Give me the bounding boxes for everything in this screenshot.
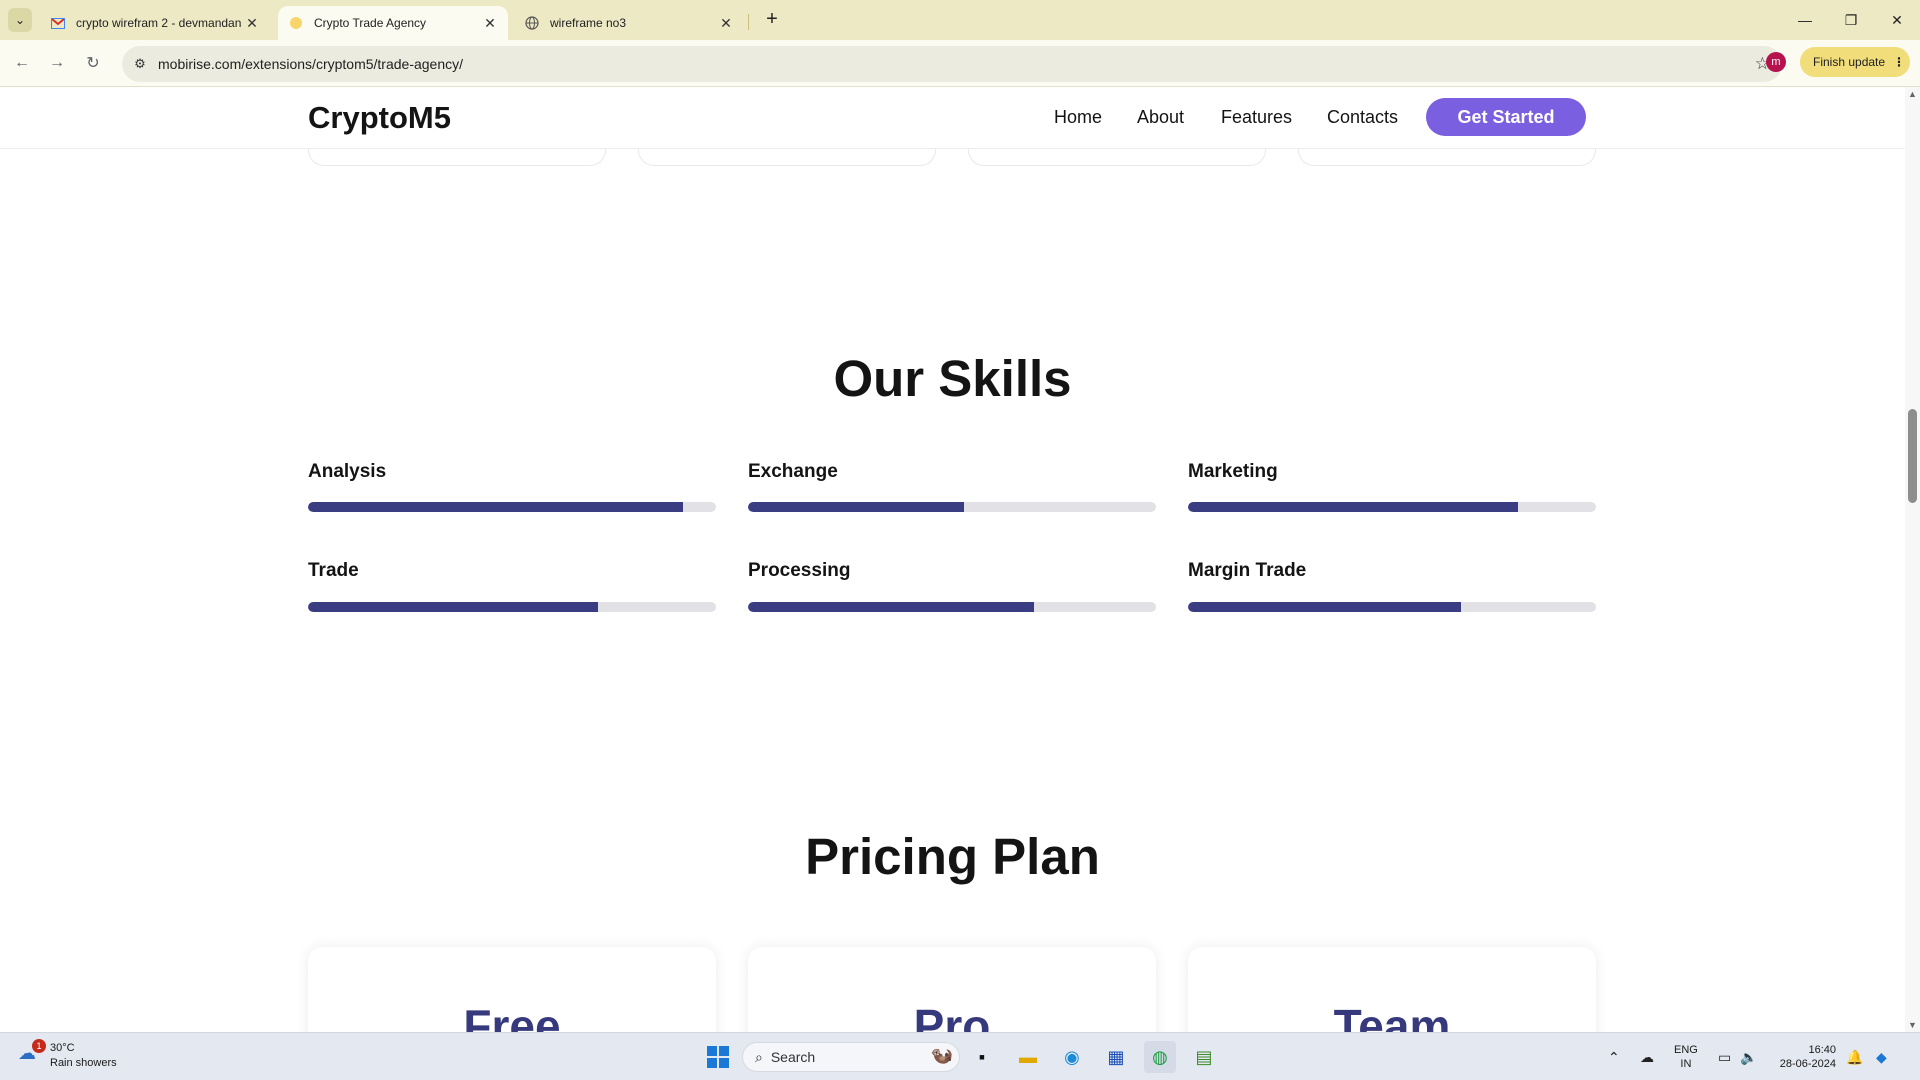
skill-label: Processing <box>748 560 851 581</box>
new-tab-button[interactable]: + <box>760 8 784 32</box>
taskbar-search-box[interactable]: ⌕ Search 🦦 <box>742 1042 960 1072</box>
clock-date: 28-06-2024 <box>1779 1058 1836 1070</box>
edge-browser-icon[interactable]: ◉ <box>1056 1041 1088 1073</box>
url-text[interactable]: mobirise.com/extensions/cryptom5/trade-a… <box>158 56 463 72</box>
rain-cloud-icon: ☁ 1 <box>18 1039 46 1069</box>
skill-progress-bar <box>308 602 716 612</box>
notification-badge: 1 <box>32 1039 46 1053</box>
nav-home[interactable]: Home <box>1054 107 1102 128</box>
close-icon[interactable]: ✕ <box>482 15 498 32</box>
show-hidden-icons-icon[interactable]: ⌃ <box>1608 1033 1620 1080</box>
windows-logo-icon <box>707 1046 729 1068</box>
back-icon[interactable]: ← <box>10 51 34 75</box>
plan-name: Team <box>1333 1000 1451 1032</box>
page-scrollbar[interactable]: ▲ ▼ <box>1905 87 1920 1032</box>
skill-progress-fill <box>748 602 1034 612</box>
skill-progress-fill <box>1188 502 1519 512</box>
scroll-down-icon[interactable]: ▼ <box>1908 1020 1917 1030</box>
network-icon[interactable]: ▭ <box>1718 1033 1731 1080</box>
tab-separator <box>748 14 749 30</box>
address-bar[interactable]: ⚙ mobirise.com/extensions/cryptom5/trade… <box>122 46 1782 82</box>
windows-taskbar: ☁ 1 30°C Rain showers ⌕ Search 🦦 ▪ ▬ ◉ ▦ … <box>0 1032 1920 1080</box>
site-favicon <box>288 15 304 31</box>
finish-update-button[interactable]: Finish update ⋮ <box>1800 47 1910 77</box>
pricing-card-free: Free <box>308 947 716 1032</box>
task-view-icon[interactable]: ▪ <box>966 1041 998 1073</box>
reload-icon[interactable]: ↻ <box>81 51 105 75</box>
close-icon[interactable]: ✕ <box>718 15 734 32</box>
clock-time: 16:40 <box>1808 1044 1836 1056</box>
plan-name: Pro <box>913 1000 991 1032</box>
skill-label: Analysis <box>308 461 387 482</box>
tab-wireframe-no3[interactable]: wireframe no3 ✕ <box>514 6 744 40</box>
file-explorer-icon[interactable]: ▬ <box>1012 1041 1044 1073</box>
skills-title: Our Skills <box>833 350 1072 407</box>
region-code: IN <box>1680 1058 1692 1070</box>
more-menu-icon: ⋮ <box>1893 55 1906 69</box>
tab-gmail[interactable]: crypto wirefram 2 - devmandan ✕ <box>40 6 270 40</box>
finish-update-label: Finish update <box>1813 55 1886 69</box>
globe-icon <box>524 15 540 31</box>
browser-toolbar: ← → ↻ ⚙ mobirise.com/extensions/cryptom5… <box>0 40 1920 87</box>
language-code: ENG <box>1674 1044 1698 1056</box>
skill-label: Margin Trade <box>1188 560 1307 581</box>
nav-features[interactable]: Features <box>1221 107 1292 128</box>
notification-bell-icon[interactable]: 🔔 <box>1846 1033 1863 1080</box>
tab-title: crypto wirefram 2 - devmandan <box>76 16 242 30</box>
minimize-icon[interactable]: — <box>1782 0 1828 40</box>
notepad-icon[interactable]: ▤ <box>1188 1041 1220 1073</box>
language-indicator[interactable]: ENG IN <box>1674 1043 1698 1071</box>
scrollbar-thumb[interactable] <box>1908 409 1917 503</box>
tab-crypto-trade-agency[interactable]: Crypto Trade Agency ✕ <box>278 6 508 40</box>
volume-icon[interactable]: 🔈 <box>1740 1033 1757 1080</box>
pricing-card-pro: Pro <box>748 947 1156 1032</box>
site-brand[interactable]: CryptoM5 <box>308 100 451 136</box>
skill-progress-bar <box>748 602 1156 612</box>
chrome-icon[interactable]: ◍ <box>1144 1041 1176 1073</box>
get-started-button[interactable]: Get Started <box>1426 98 1586 136</box>
copilot-icon[interactable]: ◆ <box>1876 1033 1887 1080</box>
site-info-icon[interactable]: ⚙ <box>122 56 158 72</box>
onedrive-icon[interactable]: ☁ <box>1640 1033 1654 1080</box>
tab-title: Crypto Trade Agency <box>314 16 427 30</box>
windows-start-button[interactable] <box>702 1041 734 1073</box>
search-icon: ⌕ <box>755 1048 763 1065</box>
skill-progress-fill <box>748 502 965 512</box>
pricing-title: Pricing Plan <box>805 828 1100 885</box>
close-icon[interactable]: ✕ <box>244 15 260 32</box>
nav-contacts[interactable]: Contacts <box>1327 107 1398 128</box>
browser-tab-bar: ⌄ crypto wirefram 2 - devmandan ✕ Crypto… <box>0 0 1920 40</box>
profile-avatar[interactable]: m <box>1766 52 1786 72</box>
microsoft-store-icon[interactable]: ▦ <box>1100 1041 1132 1073</box>
gmail-icon <box>50 15 66 31</box>
nav-about[interactable]: About <box>1137 107 1184 128</box>
pricing-card-team: Team <box>1188 947 1596 1032</box>
skill-progress-bar <box>1188 602 1596 612</box>
tab-title: wireframe no3 <box>550 16 627 30</box>
skill-progress-bar <box>308 502 716 512</box>
site-navbar: CryptoM5 Home About Features Contacts Ge… <box>0 87 1905 149</box>
weather-temp: 30°C <box>50 1042 75 1054</box>
search-placeholder: Search <box>770 1049 816 1065</box>
skill-label: Trade <box>308 560 359 581</box>
system-clock[interactable]: 16:40 28-06-2024 <box>1776 1043 1836 1071</box>
skill-label: Marketing <box>1188 461 1278 482</box>
weather-widget[interactable]: ☁ 1 30°C Rain showers <box>18 1039 117 1071</box>
tab-search-button[interactable]: ⌄ <box>8 8 32 32</box>
skill-progress-fill <box>308 502 684 512</box>
forward-icon[interactable]: → <box>45 51 69 75</box>
skill-progress-fill <box>1188 602 1462 612</box>
restore-icon[interactable]: ❐ <box>1828 0 1874 40</box>
plan-name: Free <box>463 1000 561 1032</box>
weather-desc: Rain showers <box>50 1057 117 1069</box>
scroll-up-icon[interactable]: ▲ <box>1908 89 1917 99</box>
skill-progress-bar <box>748 502 1156 512</box>
skill-label: Exchange <box>748 461 838 482</box>
page-viewport: CryptoM5 Home About Features Contacts Ge… <box>0 87 1905 1032</box>
skill-progress-bar <box>1188 502 1596 512</box>
window-close-icon[interactable]: ✕ <box>1874 0 1920 40</box>
search-highlight-icon: 🦦 <box>930 1045 953 1065</box>
skill-progress-fill <box>308 602 598 612</box>
